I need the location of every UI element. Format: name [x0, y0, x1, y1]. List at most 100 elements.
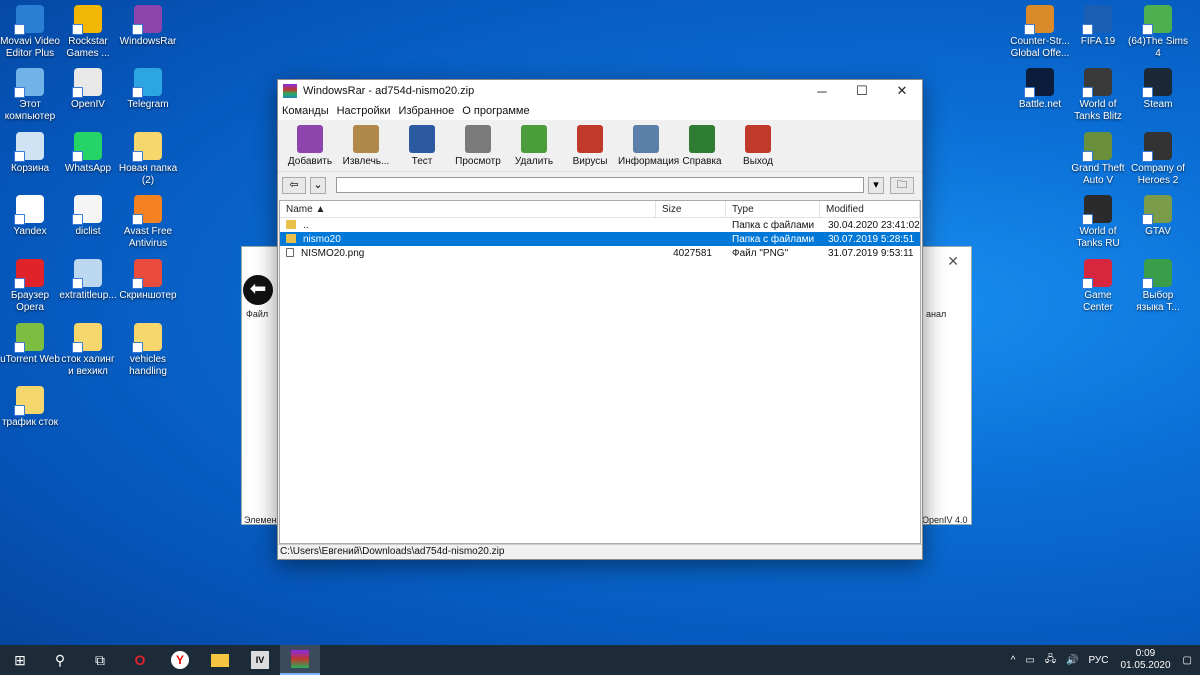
taskbar: ⊞ ⚲ ⧉ O Y IV ^ ▭ 🖧 🔊 РУС 0:09 01.05.2020…: [0, 645, 1200, 675]
path-input[interactable]: [336, 177, 864, 193]
cell-name: nismo20: [280, 233, 656, 245]
toolbar-button[interactable]: Информация: [618, 125, 679, 167]
desktop-icon[interactable]: WhatsApp: [58, 132, 118, 175]
up-folder-button[interactable]: ⇦: [282, 176, 306, 194]
desktop-icon-label: Новая папка (2): [118, 163, 178, 186]
app-icon: [132, 259, 162, 289]
desktop-icon[interactable]: Game Center: [1068, 259, 1128, 314]
desktop-icon[interactable]: World of Tanks Blitz: [1068, 68, 1128, 123]
desktop-icon[interactable]: Скриншотер: [118, 259, 178, 302]
menu-commands[interactable]: Команды: [282, 105, 329, 117]
close-icon[interactable]: ✕: [947, 253, 959, 270]
table-row[interactable]: NISMO20.png 4027581 Файл "PNG" 31.07.2019 9…: [280, 246, 920, 260]
desktop-icon-label: diclist: [75, 226, 101, 237]
back-arrow-icon[interactable]: ⬅: [243, 275, 273, 305]
desktop-icon[interactable]: diclist: [58, 195, 118, 238]
clock[interactable]: 0:09 01.05.2020: [1120, 648, 1170, 672]
title-bar[interactable]: WindowsRar - ad754d-nismo20.zip ─ ☐ ✕: [278, 80, 922, 102]
menu-settings[interactable]: Настройки: [337, 105, 391, 117]
file-list[interactable]: Name ▲ Size Type Modified .. Папка с файл…: [279, 200, 921, 544]
notifications-icon[interactable]: ▢: [1183, 655, 1192, 666]
desktop-icon[interactable]: трафик сток: [0, 386, 60, 429]
minimize-button[interactable]: ─: [802, 84, 842, 99]
toolbar-button-label: Извлечь...: [342, 156, 390, 167]
desktop-icon[interactable]: extratitleup...: [58, 259, 118, 302]
toolbar-button[interactable]: Тест: [394, 125, 450, 167]
path-dropdown-button[interactable]: ▾: [868, 176, 884, 194]
openiv-taskbar-icon[interactable]: IV: [240, 645, 280, 675]
desktop-icon[interactable]: GTAV: [1128, 195, 1188, 238]
toolbar-button[interactable]: Вирусы: [562, 125, 618, 167]
toolbar-icon: [633, 125, 659, 153]
desktop-icon[interactable]: uTorrent Web: [0, 323, 60, 366]
browse-folder-button[interactable]: 🗀: [890, 176, 914, 194]
toolbar-button[interactable]: Выход: [730, 125, 786, 167]
desktop-icon[interactable]: Counter-Str... Global Offe...: [1010, 5, 1070, 60]
desktop-icon[interactable]: (64)The Sims 4: [1128, 5, 1188, 60]
desktop-icon[interactable]: Grand Theft Auto V: [1068, 132, 1128, 187]
toolbar-button[interactable]: Извлечь...: [338, 125, 394, 167]
column-size[interactable]: Size: [656, 201, 726, 217]
cell-size: 4027581: [673, 247, 712, 259]
menu-about[interactable]: О программе: [462, 105, 529, 117]
column-name[interactable]: Name ▲: [280, 201, 656, 217]
desktop-icon[interactable]: Telegram: [118, 68, 178, 111]
history-dropdown-button[interactable]: ⌄: [310, 176, 326, 194]
table-row[interactable]: .. Папка с файлами 30.04.2020 23:41:02: [280, 218, 920, 232]
desktop-icon-label: Yandex: [13, 226, 47, 237]
task-view-icon[interactable]: ⧉: [80, 645, 120, 675]
file-name: nismo20: [303, 233, 341, 245]
column-type[interactable]: Type: [726, 201, 820, 217]
desktop-icon[interactable]: сток халинг и вехикл: [58, 323, 118, 378]
menu-favorites[interactable]: Избранное: [399, 105, 455, 117]
desktop-icon[interactable]: WindowsRar: [118, 5, 178, 48]
app-icon: [72, 195, 102, 225]
opera-taskbar-icon[interactable]: O: [120, 645, 160, 675]
desktop-icon[interactable]: Этот компьютер: [0, 68, 60, 123]
maximize-button[interactable]: ☐: [842, 83, 882, 99]
desktop-icon[interactable]: Steam: [1128, 68, 1188, 111]
address-bar: ⇦ ⌄ ▾ 🗀: [278, 172, 922, 198]
file-name: ..: [303, 219, 309, 231]
desktop-icon[interactable]: vehicles handling: [118, 323, 178, 378]
desktop-icon[interactable]: Rockstar Games ...: [58, 5, 118, 60]
close-button[interactable]: ✕: [882, 83, 922, 99]
toolbar-button[interactable]: Добавить: [282, 125, 338, 167]
start-button[interactable]: ⊞: [0, 645, 40, 675]
network-icon[interactable]: 🖧: [1045, 652, 1056, 669]
desktop-icon-label: WhatsApp: [64, 163, 112, 174]
column-modified[interactable]: Modified: [820, 201, 920, 217]
volume-icon[interactable]: 🔊: [1066, 655, 1078, 666]
language-indicator[interactable]: РУС: [1088, 655, 1108, 666]
toolbar-icon: [745, 125, 771, 153]
toolbar-button-label: Вирусы: [572, 156, 608, 167]
desktop-icon[interactable]: Company of Heroes 2: [1128, 132, 1188, 187]
desktop-icon[interactable]: Браузер Opera: [0, 259, 60, 314]
table-row[interactable]: nismo20 Папка с файлами 30.07.2019 5:28:51: [280, 232, 920, 246]
back-menu-file[interactable]: Файл: [246, 309, 268, 319]
desktop-icon-label: Скриншотер: [119, 290, 177, 301]
desktop-icon[interactable]: Выбор языка T...: [1128, 259, 1188, 314]
toolbar-button[interactable]: Справка: [674, 125, 730, 167]
desktop-icon[interactable]: OpenIV: [58, 68, 118, 111]
desktop-icon[interactable]: World of Tanks RU: [1068, 195, 1128, 250]
desktop-icon[interactable]: Movavi Video Editor Plus: [0, 5, 60, 60]
desktop-icon[interactable]: Yandex: [0, 195, 60, 238]
toolbar-button[interactable]: Просмотр: [450, 125, 506, 167]
desktop-icon-label: GTAV: [1145, 226, 1171, 237]
desktop-icon[interactable]: Avast Free Antivirus: [118, 195, 178, 250]
desktop-icon[interactable]: Корзина: [0, 132, 60, 175]
yandex-taskbar-icon[interactable]: Y: [160, 645, 200, 675]
winrar-window[interactable]: WindowsRar - ad754d-nismo20.zip ─ ☐ ✕ Ко…: [277, 79, 923, 560]
toolbar-button[interactable]: Удалить: [506, 125, 562, 167]
show-hidden-icons-icon[interactable]: ^: [1011, 655, 1016, 666]
winrar-taskbar-icon[interactable]: [280, 645, 320, 675]
cell-modified: 31.07.2019 9:53:11: [828, 247, 914, 259]
desktop-icon[interactable]: Новая папка (2): [118, 132, 178, 187]
search-icon[interactable]: ⚲: [40, 645, 80, 675]
battery-icon[interactable]: ▭: [1025, 655, 1034, 666]
desktop-icon[interactable]: Battle.net: [1010, 68, 1070, 111]
desktop-icon[interactable]: FIFA 19: [1068, 5, 1128, 48]
explorer-taskbar-icon[interactable]: [200, 645, 240, 675]
window-title: WindowsRar - ad754d-nismo20.zip: [303, 85, 475, 97]
